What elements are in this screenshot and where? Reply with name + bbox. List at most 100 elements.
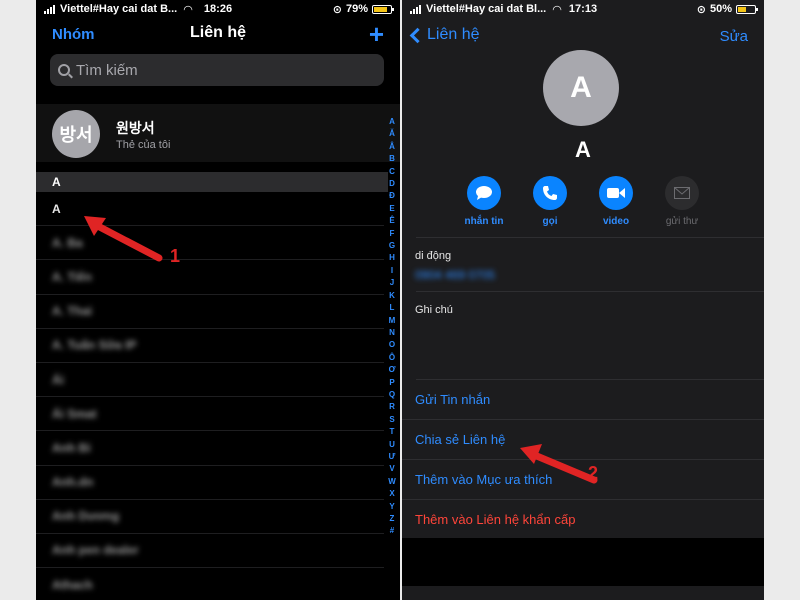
index-letter[interactable]: U (389, 439, 395, 451)
contact-name: Anh Bi (52, 440, 91, 455)
wifi-icon: ◠ (552, 3, 562, 16)
add-favorites-link[interactable]: Thêm vào Mục ưa thích (402, 460, 764, 500)
action-label: gửi thư (665, 216, 699, 227)
index-letter[interactable]: V (389, 463, 394, 475)
contact-name: Ái Smat (52, 406, 97, 421)
alphabet-index[interactable]: A Ă Â B C D Đ E Ê F G H I J K L M N O Ô Ơ P Q R S T U Ư V W X Y Z # (386, 116, 398, 538)
contact-row[interactable]: Anh pen dealer (36, 534, 384, 569)
index-letter[interactable]: Ư (389, 451, 396, 463)
index-letter[interactable]: Q (389, 389, 395, 401)
index-letter[interactable]: D (389, 178, 395, 190)
contact-row[interactable]: Ái (36, 363, 384, 398)
index-letter[interactable]: Ô (389, 352, 395, 364)
contact-row[interactable]: Anh Bi (36, 431, 384, 466)
field-label: di động (415, 250, 452, 262)
contact-name: A. Ba (52, 235, 83, 250)
share-contact-link[interactable]: Chia sẻ Liên hệ (402, 420, 764, 460)
index-letter[interactable]: K (389, 290, 395, 302)
index-letter[interactable]: Â (389, 141, 395, 153)
carrier-label: Viettel#Hay cai dat B... (60, 3, 178, 15)
send-message-link[interactable]: Gửi Tin nhắn (402, 380, 764, 420)
index-letter[interactable]: J (390, 277, 394, 289)
action-label: nhắn tin (464, 216, 504, 227)
index-letter[interactable]: B (389, 153, 395, 165)
battery-icon (736, 4, 758, 14)
contact-row[interactable]: A. Tuấn Sữa IP (36, 329, 384, 363)
phone-number[interactable]: 0904 469 0705 (402, 268, 764, 282)
phone-icon (533, 176, 567, 210)
quick-actions: nhắn tin gọi video gửi thư (458, 176, 708, 227)
index-letter[interactable]: # (390, 525, 394, 537)
contact-row[interactable]: A. Ba (36, 226, 384, 261)
index-letter[interactable]: H (389, 252, 395, 264)
battery-icon (372, 4, 394, 14)
contact-row[interactable]: Anh.dn (36, 466, 384, 500)
mobile-field[interactable]: di động 0904 469 0705 (402, 237, 764, 297)
back-button[interactable]: Liên hệ (408, 26, 480, 44)
index-letter[interactable]: Ơ (389, 364, 396, 376)
index-letter[interactable]: Ê (389, 215, 394, 227)
my-card[interactable]: 방서 원방서 Thẻ của tôi (36, 104, 400, 162)
my-card-subtitle: Thẻ của tôi (116, 139, 171, 151)
back-label: Liên hệ (427, 26, 480, 43)
mail-action-button[interactable]: gửi thư (656, 176, 708, 227)
search-bar[interactable] (50, 54, 384, 86)
message-action-button[interactable]: nhắn tin (458, 176, 510, 227)
index-letter[interactable]: A (389, 116, 395, 128)
notes-field[interactable]: Ghi chú (402, 291, 764, 379)
index-letter[interactable]: L (390, 302, 395, 314)
footer-bar (402, 586, 764, 600)
contact-list: A A. Ba A. Tiến A. Thai A. Tuấn Sữa IP Ái Ái S… (36, 192, 384, 600)
index-letter[interactable]: Ă (389, 128, 395, 140)
mail-icon (665, 176, 699, 210)
contact-name: Anh pen dealer (52, 543, 139, 558)
contact-name: A. Tuấn Sữa IP (52, 338, 137, 353)
contact-row[interactable]: A. Thai (36, 295, 384, 329)
index-letter[interactable]: O (389, 339, 395, 351)
battery-percent: 79% (345, 3, 368, 15)
contact-name: A (52, 201, 61, 216)
screenshot-composite: Viettel#Hay cai dat B... ◠ 18:26 ⊙ 79% N… (0, 0, 800, 600)
add-contact-button[interactable]: + (369, 19, 384, 50)
status-time: 18:26 (203, 3, 233, 15)
edit-button[interactable]: Sửa (720, 28, 748, 45)
index-letter[interactable]: F (390, 228, 395, 240)
index-letter[interactable]: Z (390, 513, 395, 525)
index-letter[interactable]: X (389, 488, 394, 500)
contact-row[interactable]: A (36, 192, 384, 227)
index-letter[interactable]: Y (389, 501, 394, 513)
field-label: Ghi chú (415, 304, 453, 316)
status-bar: Viettel#Hay cai dat Bl... ◠ 17:13 ⊙ 50% (402, 0, 764, 18)
avatar: 방서 (52, 110, 100, 158)
index-letter[interactable]: P (389, 377, 394, 389)
index-letter[interactable]: G (389, 240, 395, 252)
add-emergency-contact-link[interactable]: Thêm vào Liên hệ khẩn cấp (402, 500, 764, 540)
index-letter[interactable]: W (388, 476, 396, 488)
my-card-name: 원방서 (116, 120, 155, 136)
index-letter[interactable]: M (389, 315, 396, 327)
section-header: A (36, 172, 388, 192)
search-input[interactable] (76, 61, 356, 79)
call-action-button[interactable]: gọi (524, 176, 576, 227)
contact-name: A (575, 137, 591, 162)
index-letter[interactable]: T (390, 426, 395, 438)
annotation-number-1: 1 (170, 246, 181, 266)
video-action-button[interactable]: video (590, 176, 642, 227)
contact-row[interactable]: Ái Smat (36, 397, 384, 432)
annotation-number-2: 2 (588, 463, 599, 483)
index-letter[interactable]: E (389, 203, 394, 215)
index-letter[interactable]: N (389, 327, 395, 339)
video-icon (599, 176, 633, 210)
contact-row[interactable]: Anh Dương (36, 500, 384, 534)
index-letter[interactable]: Đ (389, 190, 395, 202)
contact-row[interactable]: Athach (36, 568, 384, 600)
index-letter[interactable]: S (389, 414, 394, 426)
index-letter[interactable]: R (389, 401, 395, 413)
contact-row[interactable]: A. Tiến (36, 260, 384, 295)
contact-name: Ái (52, 372, 64, 387)
signal-icon (410, 4, 421, 14)
battery-percent: 50% (709, 3, 732, 15)
index-letter[interactable]: C (389, 166, 395, 178)
status-bar: Viettel#Hay cai dat B... ◠ 18:26 ⊙ 79% (36, 0, 400, 18)
index-letter[interactable]: I (391, 265, 393, 277)
